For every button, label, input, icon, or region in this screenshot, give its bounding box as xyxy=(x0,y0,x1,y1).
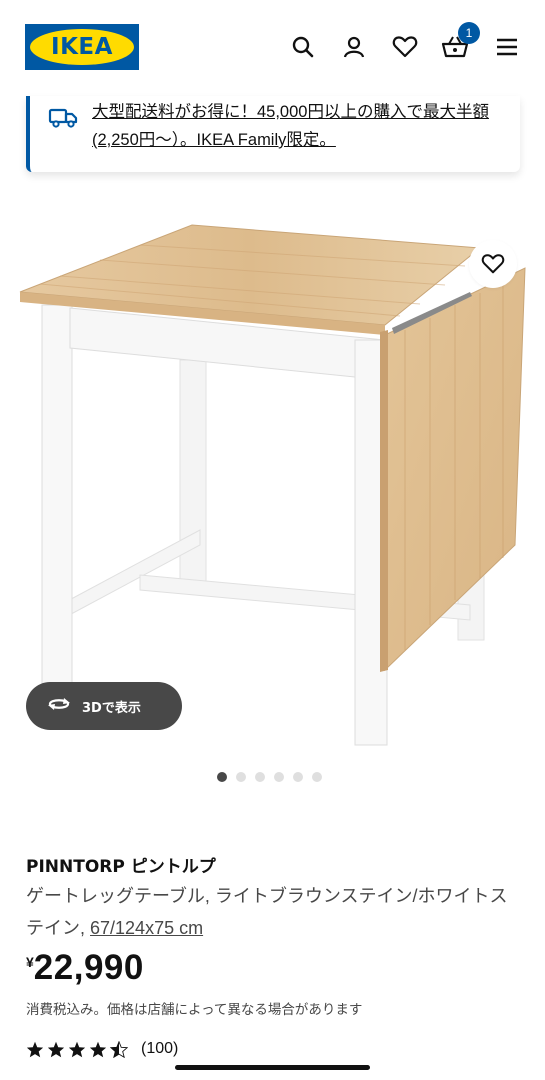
logo-text: IKEA xyxy=(51,34,113,60)
rotate-3d-icon xyxy=(46,695,72,717)
view-in-3d-button[interactable]: 3Dで表示 xyxy=(26,682,182,730)
user-icon[interactable] xyxy=(340,33,368,61)
product-rating[interactable]: (100) xyxy=(26,1040,178,1058)
carousel-dot-6[interactable] xyxy=(312,772,322,782)
heart-icon[interactable] xyxy=(391,33,419,61)
star-full-icon xyxy=(47,1041,65,1057)
carousel-dot-1[interactable] xyxy=(217,772,227,782)
view-in-3d-label: 3Dで表示 xyxy=(82,700,141,716)
carousel-dot-4[interactable] xyxy=(274,772,284,782)
promo-banner-text[interactable]: 大型配送料がお得に！45,000円以上の購入で最大半額(2,250円〜）。IKE… xyxy=(92,98,512,154)
product-description: ゲートレッグテーブル, ライトブラウンステイン/ホワイトステイン, 67/124… xyxy=(26,880,516,944)
ikea-logo[interactable]: IKEA xyxy=(25,24,139,70)
header: IKEA 1 xyxy=(0,0,545,96)
carousel-dot-3[interactable] xyxy=(255,772,265,782)
logo-oval: IKEA xyxy=(30,29,134,65)
cart-count-badge: 1 xyxy=(458,22,480,44)
star-full-icon xyxy=(89,1041,107,1057)
search-icon[interactable] xyxy=(289,33,317,61)
heart-outline-icon xyxy=(481,254,505,274)
carousel-dot-5[interactable] xyxy=(293,772,303,782)
review-count: (100) xyxy=(141,1040,179,1057)
home-indicator xyxy=(175,1065,370,1070)
image-carousel-dots xyxy=(217,772,322,782)
star-full-icon xyxy=(26,1041,44,1057)
carousel-dot-2[interactable] xyxy=(236,772,246,782)
truck-icon xyxy=(48,106,78,130)
add-to-favorites-button[interactable] xyxy=(469,240,517,288)
price-currency: ¥ xyxy=(26,954,34,970)
product-image[interactable] xyxy=(0,200,545,760)
star-half-icon xyxy=(110,1040,128,1058)
tax-note: 消費税込み。価格は店舗によって異なる場合があります xyxy=(26,1002,363,1018)
menu-icon[interactable] xyxy=(493,33,521,61)
price-value: 22,990 xyxy=(33,948,144,987)
star-full-icon xyxy=(68,1041,86,1057)
product-name: PINNTORP ピントルプ xyxy=(26,857,216,877)
promo-banner[interactable]: 大型配送料がお得に！45,000円以上の購入で最大半額(2,250円〜）。IKE… xyxy=(26,96,520,172)
product-price: ¥ 22,990 xyxy=(26,948,144,988)
product-dimensions-link[interactable]: 67/124x75 cm xyxy=(90,918,203,938)
